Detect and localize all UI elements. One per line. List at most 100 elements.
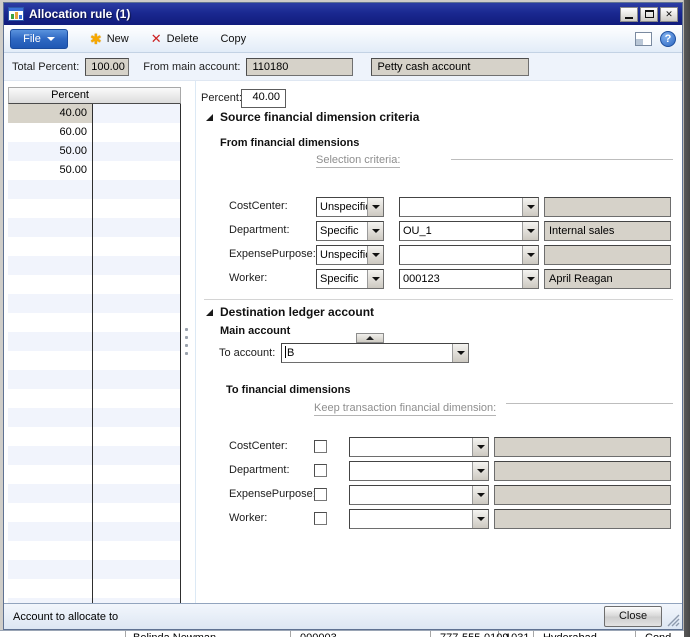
account-name-field: Petty cash account (371, 58, 529, 76)
dimension-value-combo[interactable] (399, 245, 539, 265)
dimension-name-field (494, 509, 671, 529)
dimension-value (350, 438, 472, 456)
dimension-checkbox[interactable] (314, 488, 327, 501)
percent-grid-header[interactable]: Percent (8, 87, 181, 104)
dropdown-button[interactable] (452, 344, 468, 362)
chevron-down-icon (372, 229, 380, 233)
minimize-button[interactable] (620, 7, 638, 22)
from-main-account-label: From main account: (143, 61, 240, 73)
criteria-mode-select[interactable]: Unspecific (316, 245, 384, 265)
window-title: Allocation rule (1) (29, 7, 618, 21)
dropdown-button[interactable] (367, 222, 383, 240)
dimension-value-combo[interactable] (399, 197, 539, 217)
chevron-down-icon (457, 351, 465, 355)
dimension-value-combo[interactable] (349, 437, 489, 457)
dropdown-button[interactable] (472, 486, 488, 504)
toolbar: File ✱ New ✕ Delete Copy ? (4, 25, 682, 53)
copy-button[interactable]: Copy (220, 33, 246, 45)
scroll-up-button[interactable] (356, 333, 384, 343)
splitter-handle[interactable] (185, 328, 188, 331)
help-icon[interactable]: ? (660, 31, 676, 47)
source-section-title[interactable]: Source financial dimension criteria (220, 110, 419, 124)
resize-grip-icon[interactable] (667, 614, 680, 627)
criteria-mode-value: Specific (317, 222, 367, 240)
grid-row-selected[interactable]: 40.00 (8, 104, 92, 123)
to-dimensions-heading: To financial dimensions (226, 384, 350, 396)
dimension-checkbox[interactable] (314, 512, 327, 525)
dropdown-button[interactable] (367, 270, 383, 288)
background-cell: Belinda Newman (133, 632, 216, 637)
dimension-checkbox[interactable] (314, 464, 327, 477)
grid-row[interactable]: 50.00 (8, 161, 92, 180)
file-menu-button[interactable]: File (10, 29, 68, 49)
dropdown-button[interactable] (367, 198, 383, 216)
chevron-down-icon (527, 253, 535, 257)
from-dimensions-heading: From financial dimensions (220, 137, 359, 149)
dropdown-button[interactable] (522, 198, 538, 216)
status-text: Account to allocate to (13, 611, 118, 623)
background-window-edge (683, 0, 690, 637)
toolbar-right-icons: ? (635, 31, 676, 47)
dimension-value-combo[interactable] (349, 509, 489, 529)
new-button[interactable]: ✱ New (90, 33, 129, 45)
criteria-mode-select[interactable]: Specific (316, 221, 384, 241)
dimension-name-field (544, 197, 671, 217)
chevron-down-icon (47, 37, 55, 41)
section-expand-icon[interactable] (206, 114, 213, 121)
delete-button-label: Delete (167, 33, 199, 45)
from-main-account-field: 110180 (246, 58, 353, 76)
splitter-handle[interactable] (185, 336, 188, 339)
grid-row[interactable]: 50.00 (8, 142, 92, 161)
chevron-up-icon (366, 336, 374, 340)
splitter-handle[interactable] (185, 352, 188, 355)
close-window-button[interactable]: ✕ (660, 7, 678, 22)
dimension-value-combo[interactable] (349, 485, 489, 505)
background-cell: Hyderabad (543, 632, 597, 637)
dropdown-button[interactable] (472, 438, 488, 456)
dimension-name-field (544, 245, 671, 265)
dimension-value-combo[interactable] (349, 461, 489, 481)
percent-input[interactable]: 40.00 (241, 89, 286, 108)
maximize-icon (645, 10, 654, 18)
to-account-combo[interactable]: B (281, 343, 469, 363)
titlebar[interactable]: Allocation rule (1) ✕ (4, 3, 682, 25)
chevron-down-icon (527, 277, 535, 281)
dropdown-button[interactable] (472, 510, 488, 528)
criteria-mode-select[interactable]: Unspecific (316, 197, 384, 217)
dimension-checkbox[interactable] (314, 440, 327, 453)
background-cell: 1031 (505, 632, 529, 637)
maximize-button[interactable] (640, 7, 658, 22)
layout-panes-icon[interactable] (635, 32, 652, 46)
section-expand-icon[interactable] (206, 309, 213, 316)
dimension-name-field (494, 437, 671, 457)
dimension-name-field (494, 485, 671, 505)
grid-row[interactable]: 60.00 (8, 123, 92, 142)
percent-column-header[interactable]: Percent (9, 88, 93, 103)
dimension-label: CostCenter: (229, 200, 288, 212)
criteria-mode-value: Unspecific (317, 246, 367, 264)
section-separator (204, 299, 673, 300)
dropdown-button[interactable] (522, 222, 538, 240)
new-button-label: New (107, 33, 129, 45)
dimension-value (400, 198, 522, 216)
main-account-heading: Main account (220, 325, 290, 337)
dropdown-button[interactable] (522, 246, 538, 264)
chevron-down-icon (477, 469, 485, 473)
background-cell: 000003 (300, 632, 337, 637)
close-button[interactable]: Close (604, 606, 662, 627)
new-star-icon: ✱ (90, 33, 102, 45)
destination-section-title[interactable]: Destination ledger account (220, 305, 374, 319)
criteria-mode-select[interactable]: Specific (316, 269, 384, 289)
delete-button[interactable]: ✕ Delete (151, 33, 199, 45)
dropdown-button[interactable] (522, 270, 538, 288)
dropdown-button[interactable] (367, 246, 383, 264)
dimension-value-combo[interactable]: OU_1 (399, 221, 539, 241)
dimension-value: OU_1 (400, 222, 522, 240)
delete-x-icon: ✕ (151, 33, 162, 45)
chevron-down-icon (527, 229, 535, 233)
percent-grid-body: 40.00 60.00 50.00 50.00 (8, 104, 181, 603)
background-grid-line (290, 631, 291, 637)
dropdown-button[interactable] (472, 462, 488, 480)
splitter-handle[interactable] (185, 344, 188, 347)
dimension-value-combo[interactable]: 000123 (399, 269, 539, 289)
